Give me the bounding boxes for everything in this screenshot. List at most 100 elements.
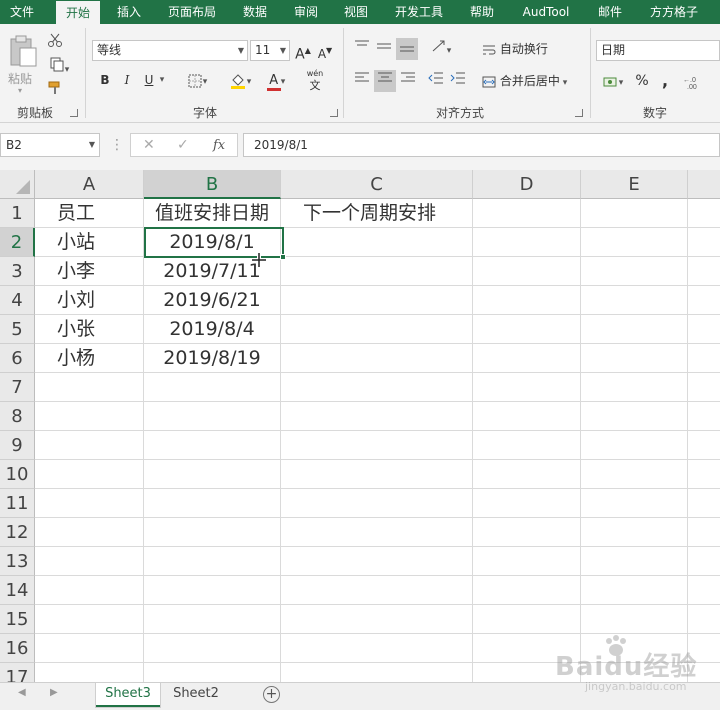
font-color-button[interactable]: A ▾: [260, 69, 292, 91]
accounting-format-button[interactable]: ▾: [598, 70, 628, 92]
tab-fangfang[interactable]: 方方格子: [642, 0, 706, 24]
formula-input[interactable]: 2019/8/1: [243, 133, 720, 157]
column-header-f[interactable]: [688, 170, 720, 199]
font-size-select[interactable]: 11 ▼: [250, 40, 290, 61]
alignment-launcher-icon[interactable]: [575, 109, 583, 117]
cell-a2[interactable]: 小站: [35, 228, 143, 257]
row-header-4[interactable]: 4: [0, 286, 35, 315]
column-header-a[interactable]: A: [35, 170, 144, 199]
sheet-tab-sheet2[interactable]: Sheet2: [164, 683, 228, 707]
row-header-15[interactable]: 15: [0, 605, 35, 634]
fill-handle[interactable]: [280, 254, 286, 260]
borders-icon: [188, 74, 202, 87]
borders-dropdown-icon: ▾: [202, 77, 208, 87]
enter-check-icon[interactable]: ✓: [177, 134, 189, 156]
row-header-10[interactable]: 10: [0, 460, 35, 489]
orientation-button[interactable]: ▾: [426, 38, 456, 60]
tab-insert[interactable]: 插入: [107, 0, 151, 24]
wrap-text-button[interactable]: 自动换行: [482, 38, 554, 60]
row-header-17[interactable]: 17: [0, 663, 35, 682]
tab-view[interactable]: 视图: [336, 0, 376, 24]
tab-page-layout[interactable]: 页面布局: [160, 0, 224, 24]
merge-center-button[interactable]: 合并后居中 ▾: [482, 70, 582, 92]
tab-audtool[interactable]: AudTool: [513, 0, 579, 24]
column-header-c[interactable]: C: [281, 170, 473, 199]
cut-button[interactable]: [44, 32, 66, 54]
cell-b1[interactable]: 值班安排日期: [144, 199, 280, 228]
column-header-d[interactable]: D: [473, 170, 581, 199]
add-sheet-icon[interactable]: +: [263, 686, 280, 703]
align-bottom-button[interactable]: [396, 38, 418, 60]
tab-help[interactable]: 帮助: [462, 0, 502, 24]
row-header-13[interactable]: 13: [0, 547, 35, 576]
row-header-16[interactable]: 16: [0, 634, 35, 663]
tab-file[interactable]: 文件: [0, 0, 44, 24]
prev-sheet-icon[interactable]: ◀: [18, 687, 26, 698]
decrease-font-button[interactable]: A▼: [316, 40, 334, 62]
row-header-11[interactable]: 11: [0, 489, 35, 518]
align-right-button[interactable]: [398, 70, 418, 92]
increase-decimal-button[interactable]: ←.0.00: [680, 70, 710, 92]
tab-data[interactable]: 数据: [235, 0, 275, 24]
format-painter-button[interactable]: [44, 80, 66, 102]
tab-review[interactable]: 审阅: [286, 0, 326, 24]
row-header-1[interactable]: 1: [0, 199, 35, 228]
percent-button[interactable]: %: [634, 70, 650, 92]
align-top-button[interactable]: [352, 38, 372, 60]
decrease-indent-button[interactable]: [426, 70, 446, 92]
clipboard-launcher-icon[interactable]: [70, 109, 78, 117]
comma-button[interactable]: ,: [658, 70, 672, 92]
column-header-e[interactable]: E: [581, 170, 688, 199]
phonetic-button[interactable]: wén 文: [300, 66, 330, 92]
cell-b4[interactable]: 2019/6/21: [144, 286, 280, 315]
cell-a5[interactable]: 小张: [35, 315, 143, 344]
paste-label: 粘贴: [8, 72, 33, 86]
tab-home[interactable]: 开始: [56, 1, 100, 24]
fill-color-button[interactable]: ▾: [224, 69, 256, 91]
underline-dropdown-icon[interactable]: ▾: [156, 69, 168, 91]
row-header-14[interactable]: 14: [0, 576, 35, 605]
tab-mailings[interactable]: 邮件: [590, 0, 630, 24]
row-header-6[interactable]: 6: [0, 344, 35, 373]
next-sheet-icon[interactable]: ▶: [50, 687, 58, 698]
name-box[interactable]: B2 ▼: [0, 133, 100, 157]
insert-function-button[interactable]: fx: [213, 134, 225, 157]
increase-font-button[interactable]: A▲: [294, 40, 312, 63]
cell-a6[interactable]: 小杨: [35, 344, 143, 373]
cell-a4[interactable]: 小刘: [35, 286, 143, 315]
font-launcher-icon[interactable]: [330, 109, 338, 117]
font-group-label: 字体: [192, 106, 217, 120]
sheet-tab-sheet3[interactable]: Sheet3: [96, 683, 160, 707]
row-header-8[interactable]: 8: [0, 402, 35, 431]
align-center-button[interactable]: [374, 70, 396, 92]
row-header-12[interactable]: 12: [0, 518, 35, 547]
cell-b5[interactable]: 2019/8/4: [144, 315, 280, 344]
font-name-select[interactable]: 等线 ▼: [92, 40, 248, 61]
cell-b6[interactable]: 2019/8/19: [144, 344, 280, 373]
cancel-icon[interactable]: ✕: [143, 134, 155, 156]
bold-button[interactable]: B: [96, 69, 114, 91]
borders-button[interactable]: ▾: [182, 69, 212, 91]
column-header-b[interactable]: B: [144, 170, 281, 199]
cell-a1[interactable]: 员工: [35, 199, 143, 228]
more-options-icon[interactable]: ⋮: [110, 133, 124, 157]
align-left-button[interactable]: [352, 70, 372, 92]
copy-button[interactable]: ▾: [44, 56, 74, 78]
font-name-value: 等线: [97, 43, 122, 57]
cell-c1[interactable]: 下一个周期安排: [281, 199, 472, 228]
row-header-3[interactable]: 3: [0, 257, 35, 286]
move-cursor-icon: [252, 253, 266, 267]
align-middle-button[interactable]: [374, 38, 394, 60]
row-header-9[interactable]: 9: [0, 431, 35, 460]
cell-a3[interactable]: 小李: [35, 257, 143, 286]
increase-indent-button[interactable]: [448, 70, 468, 92]
paste-button[interactable]: 粘贴 ▾: [6, 32, 40, 95]
italic-button[interactable]: I: [118, 69, 136, 91]
worksheet-grid[interactable]: A B C D E 1 2 3 4 5 6 7 8 9 10 11 12 13 …: [0, 170, 720, 682]
row-header-2[interactable]: 2: [0, 228, 35, 257]
row-header-5[interactable]: 5: [0, 315, 35, 344]
select-all-button[interactable]: [0, 170, 35, 199]
number-format-select[interactable]: 日期: [596, 40, 720, 61]
row-header-7[interactable]: 7: [0, 373, 35, 402]
tab-developer[interactable]: 开发工具: [387, 0, 451, 24]
